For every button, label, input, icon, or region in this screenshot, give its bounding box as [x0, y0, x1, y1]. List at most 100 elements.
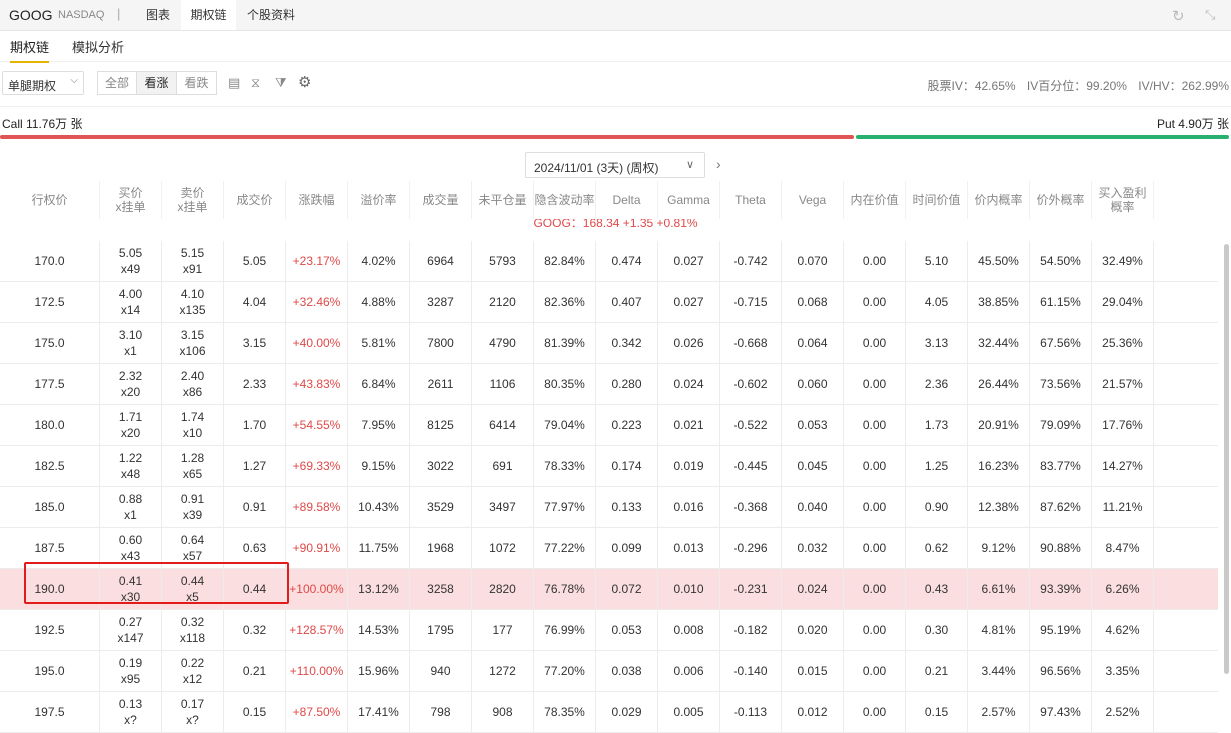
- col-bid-cell[interactable]: 1.22 x48: [100, 446, 162, 486]
- col-intrinsic-cell[interactable]: 0.00: [844, 282, 906, 322]
- col-bid-cell[interactable]: 0.19 x95: [100, 651, 162, 691]
- col-last-cell[interactable]: 4.04: [224, 282, 286, 322]
- col-vega-cell[interactable]: 0.045: [782, 446, 844, 486]
- col-volume-cell[interactable]: 1795: [410, 610, 472, 650]
- filter-calls[interactable]: 看涨: [136, 71, 177, 95]
- table-row[interactable]: 195.0 0.19 x95 0.22 x12 0.21 +110.00% 15.96% 940…: [0, 651, 1218, 692]
- col-volume-cell[interactable]: 6964: [410, 241, 472, 281]
- col-strike-cell[interactable]: 170.0: [0, 241, 100, 281]
- refresh-icon[interactable]: ↻: [1172, 7, 1185, 25]
- header-intrinsic[interactable]: 内在价值: [844, 181, 906, 219]
- vertical-scrollbar[interactable]: [1224, 244, 1229, 674]
- col-iv-cell[interactable]: 77.22%: [534, 528, 596, 568]
- col-delta-cell[interactable]: 0.029: [596, 692, 658, 732]
- col-time-value-cell[interactable]: 0.90: [906, 487, 968, 527]
- col-otm-prob-cell[interactable]: 73.56%: [1030, 364, 1092, 404]
- filter-all[interactable]: 全部: [97, 71, 137, 95]
- col-intrinsic-cell[interactable]: 0.00: [844, 241, 906, 281]
- col-ask-cell[interactable]: 2.40 x86: [162, 364, 224, 404]
- col-intrinsic-cell[interactable]: 0.00: [844, 528, 906, 568]
- subtab-option-chain[interactable]: 期权链: [10, 37, 50, 63]
- col-profit-prob-cell[interactable]: 8.47%: [1092, 528, 1154, 568]
- col-vega-cell[interactable]: 0.064: [782, 323, 844, 363]
- col-gamma-cell[interactable]: 0.005: [658, 692, 720, 732]
- col-otm-prob-cell[interactable]: 96.56%: [1030, 651, 1092, 691]
- col-time-value-cell[interactable]: 0.21: [906, 651, 968, 691]
- col-volume-cell[interactable]: 940: [410, 651, 472, 691]
- col-bid-cell[interactable]: 1.71 x20: [100, 405, 162, 445]
- col-intrinsic-cell[interactable]: 0.00: [844, 651, 906, 691]
- col-volume-cell[interactable]: 798: [410, 692, 472, 732]
- col-ask-cell[interactable]: 0.22 x12: [162, 651, 224, 691]
- col-intrinsic-cell[interactable]: 0.00: [844, 610, 906, 650]
- col-profit-prob-cell[interactable]: 21.57%: [1092, 364, 1154, 404]
- col-change-cell[interactable]: +69.33%: [286, 446, 348, 486]
- col-bid-cell[interactable]: 0.27 x147: [100, 610, 162, 650]
- col-strike-cell[interactable]: 182.5: [0, 446, 100, 486]
- col-open-interest-cell[interactable]: 2820: [472, 569, 534, 609]
- col-change-cell[interactable]: +89.58%: [286, 487, 348, 527]
- col-time-value-cell[interactable]: 1.73: [906, 405, 968, 445]
- col-volume-cell[interactable]: 3529: [410, 487, 472, 527]
- col-vega-cell[interactable]: 0.012: [782, 692, 844, 732]
- col-last-cell[interactable]: 0.21: [224, 651, 286, 691]
- col-time-value-cell[interactable]: 0.43: [906, 569, 968, 609]
- col-intrinsic-cell[interactable]: 0.00: [844, 569, 906, 609]
- col-change-cell[interactable]: +100.00%: [286, 569, 348, 609]
- tab-stock-profile[interactable]: 个股资料: [238, 0, 304, 30]
- table-row[interactable]: 172.5 4.00 x14 4.10 x135 4.04 +32.46% 4.88% 3287…: [0, 282, 1218, 323]
- col-gamma-cell[interactable]: 0.013: [658, 528, 720, 568]
- tab-chart[interactable]: 图表: [137, 0, 179, 30]
- col-premium-cell[interactable]: 17.41%: [348, 692, 410, 732]
- col-bid-cell[interactable]: 3.10 x1: [100, 323, 162, 363]
- col-gamma-cell[interactable]: 0.006: [658, 651, 720, 691]
- col-premium-cell[interactable]: 15.96%: [348, 651, 410, 691]
- col-otm-prob-cell[interactable]: 54.50%: [1030, 241, 1092, 281]
- col-volume-cell[interactable]: 2611: [410, 364, 472, 404]
- col-change-cell[interactable]: +23.17%: [286, 241, 348, 281]
- col-itm-prob-cell[interactable]: 20.91%: [968, 405, 1030, 445]
- col-vega-cell[interactable]: 0.040: [782, 487, 844, 527]
- col-ask-cell[interactable]: 0.32 x118: [162, 610, 224, 650]
- col-last-cell[interactable]: 2.33: [224, 364, 286, 404]
- col-vega-cell[interactable]: 0.015: [782, 651, 844, 691]
- col-otm-prob-cell[interactable]: 79.09%: [1030, 405, 1092, 445]
- col-itm-prob-cell[interactable]: 12.38%: [968, 487, 1030, 527]
- col-last-cell[interactable]: 0.15: [224, 692, 286, 732]
- col-delta-cell[interactable]: 0.223: [596, 405, 658, 445]
- col-itm-prob-cell[interactable]: 4.81%: [968, 610, 1030, 650]
- col-profit-prob-cell[interactable]: 14.27%: [1092, 446, 1154, 486]
- col-profit-prob-cell[interactable]: 17.76%: [1092, 405, 1154, 445]
- col-bid-cell[interactable]: 2.32 x20: [100, 364, 162, 404]
- col-volume-cell[interactable]: 7800: [410, 323, 472, 363]
- col-time-value-cell[interactable]: 1.25: [906, 446, 968, 486]
- col-change-cell[interactable]: +128.57%: [286, 610, 348, 650]
- col-last-cell[interactable]: 5.05: [224, 241, 286, 281]
- col-profit-prob-cell[interactable]: 11.21%: [1092, 487, 1154, 527]
- col-open-interest-cell[interactable]: 908: [472, 692, 534, 732]
- header-time-value[interactable]: 时间价值: [906, 181, 968, 219]
- header-bid[interactable]: 买价 x挂单: [100, 181, 162, 219]
- col-ask-cell[interactable]: 0.17 x?: [162, 692, 224, 732]
- col-premium-cell[interactable]: 10.43%: [348, 487, 410, 527]
- filter-puts[interactable]: 看跌: [176, 71, 217, 95]
- expiry-select[interactable]: 2024/11/01 (3天) (周权) ∨: [525, 152, 705, 178]
- header-theta[interactable]: Theta: [720, 181, 782, 219]
- col-profit-prob-cell[interactable]: 2.52%: [1092, 692, 1154, 732]
- col-otm-prob-cell[interactable]: 95.19%: [1030, 610, 1092, 650]
- settings-icon[interactable]: ⚙: [298, 73, 311, 91]
- col-gamma-cell[interactable]: 0.010: [658, 569, 720, 609]
- tab-option-chain[interactable]: 期权链: [181, 0, 236, 30]
- layout-icon[interactable]: ▤: [228, 75, 240, 91]
- col-otm-prob-cell[interactable]: 93.39%: [1030, 569, 1092, 609]
- col-iv-cell[interactable]: 78.33%: [534, 446, 596, 486]
- col-volume-cell[interactable]: 3022: [410, 446, 472, 486]
- col-theta-cell[interactable]: -0.522: [720, 405, 782, 445]
- col-theta-cell[interactable]: -0.182: [720, 610, 782, 650]
- table-row[interactable]: 170.0 5.05 x49 5.15 x91 5.05 +23.17% 4.02% 6964 5…: [0, 241, 1218, 282]
- col-vega-cell[interactable]: 0.024: [782, 569, 844, 609]
- header-change[interactable]: 涨跌幅: [286, 181, 348, 219]
- col-strike-cell[interactable]: 180.0: [0, 405, 100, 445]
- col-time-value-cell[interactable]: 2.36: [906, 364, 968, 404]
- col-delta-cell[interactable]: 0.133: [596, 487, 658, 527]
